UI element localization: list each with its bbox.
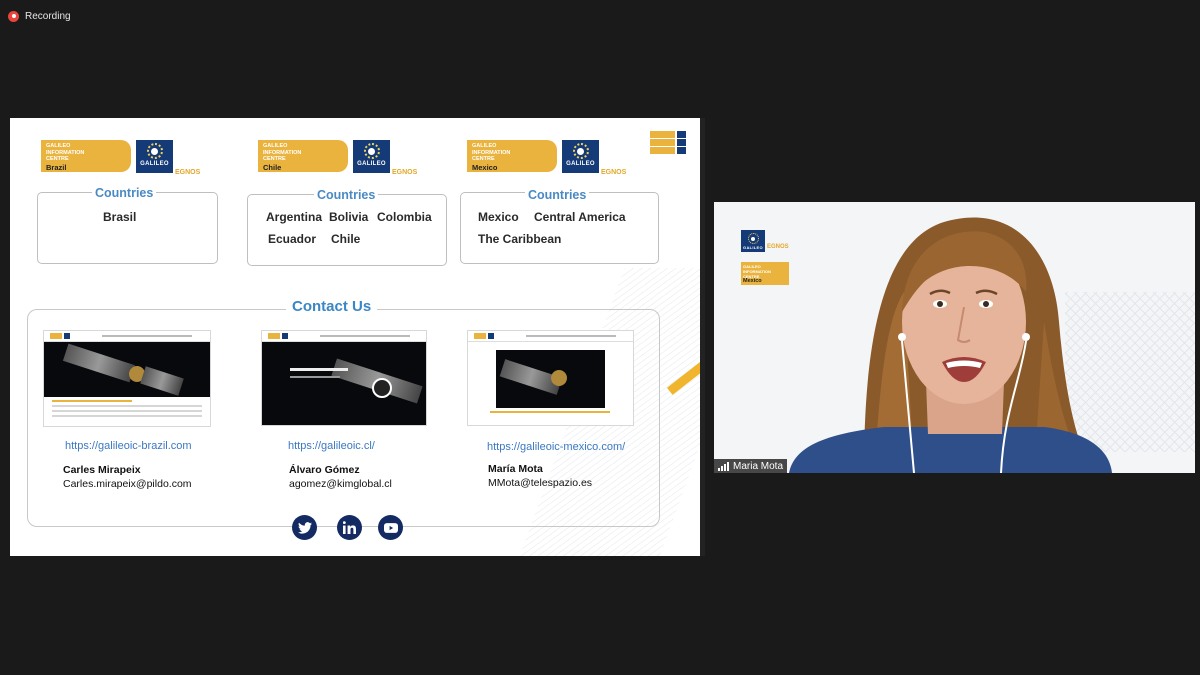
- linkedin-icon[interactable]: [337, 515, 362, 540]
- egnos-logo: EGNOS: [601, 169, 627, 176]
- contact-email[interactable]: MMota@telespazio.es: [488, 477, 592, 489]
- country-name: Bolivia: [329, 210, 369, 224]
- shared-screen-slide: GALILEO INFORMATION CENTRE Brazil GALILE…: [10, 118, 700, 556]
- youtube-icon[interactable]: [378, 515, 403, 540]
- egnos-logo: EGNOS: [175, 169, 201, 176]
- website-thumbnail-mexico: [467, 330, 634, 426]
- contact-title: Contact Us: [286, 298, 378, 315]
- logo-mexico: GALILEO INFORMATION CENTRE Mexico GALILE…: [467, 140, 627, 176]
- website-link-chile[interactable]: https://galileoic.cl/: [288, 440, 375, 452]
- countries-box-mexico: [460, 192, 659, 264]
- countries-title: Countries: [92, 186, 157, 200]
- country-name: Argentina: [266, 210, 323, 224]
- website-thumbnail-brazil: [43, 330, 211, 427]
- countries-box-brazil: [37, 192, 218, 264]
- twitter-icon[interactable]: [292, 515, 317, 540]
- recording-indicator[interactable]: Recording: [8, 8, 71, 24]
- slide-edge: [700, 118, 705, 556]
- logo-brazil: GALILEO INFORMATION CENTRE Brazil GALILE…: [41, 140, 201, 176]
- logo-chile: GALILEO INFORMATION CENTRE Chile GALILEO…: [258, 140, 418, 176]
- info-centre-tag: GALILEO INFORMATION CENTRE Chile: [258, 140, 348, 172]
- signal-strength-icon: [718, 461, 729, 471]
- country-name: Mexico: [478, 210, 519, 224]
- countries-title: Countries: [525, 188, 590, 202]
- record-icon: [8, 10, 19, 22]
- contact-email[interactable]: agomez@kimglobal.cl: [289, 478, 392, 490]
- country-name: Chile: [331, 232, 361, 246]
- info-centre-tag: GALILEO INFORMATION CENTRE Brazil: [41, 140, 131, 172]
- website-link-brazil[interactable]: https://galileoic-brazil.com: [65, 440, 192, 452]
- galileo-logo-icon: GALILEO: [136, 140, 173, 173]
- participant-nameplate: Maria Mota: [714, 459, 788, 473]
- country-name: Ecuador: [268, 232, 317, 246]
- country-name: Central America: [534, 210, 626, 224]
- countries-title: Countries: [314, 188, 379, 202]
- recording-label: Recording: [25, 10, 71, 22]
- contact-email[interactable]: Carles.mirapeix@pildo.com: [63, 478, 192, 490]
- galileo-logo-icon: GALILEO: [562, 140, 599, 173]
- mini-logos: [650, 131, 686, 156]
- website-thumbnail-chile: [261, 330, 427, 426]
- country-name: Colombia: [377, 210, 432, 224]
- participant-name: Maria Mota: [733, 460, 784, 472]
- country-name: Brasil: [103, 210, 137, 224]
- contact-name: Álvaro Gómez: [289, 464, 360, 476]
- info-centre-tag: GALILEO INFORMATION CENTRE Mexico: [467, 140, 557, 172]
- participant-avatar: [789, 217, 1112, 473]
- countries-box-chile: [247, 194, 447, 266]
- egnos-logo: EGNOS: [392, 169, 418, 176]
- galileo-logo-icon: GALILEO: [353, 140, 390, 173]
- participant-video[interactable]: GALILEO EGNOS GALILEO INFORMATION CENTRE…: [714, 202, 1195, 473]
- contact-name: Carles Mirapeix: [63, 464, 141, 476]
- contact-name: María Mota: [488, 463, 543, 475]
- country-name: The Caribbean: [478, 232, 562, 246]
- website-link-mexico[interactable]: https://galileoic-mexico.com/: [487, 441, 625, 453]
